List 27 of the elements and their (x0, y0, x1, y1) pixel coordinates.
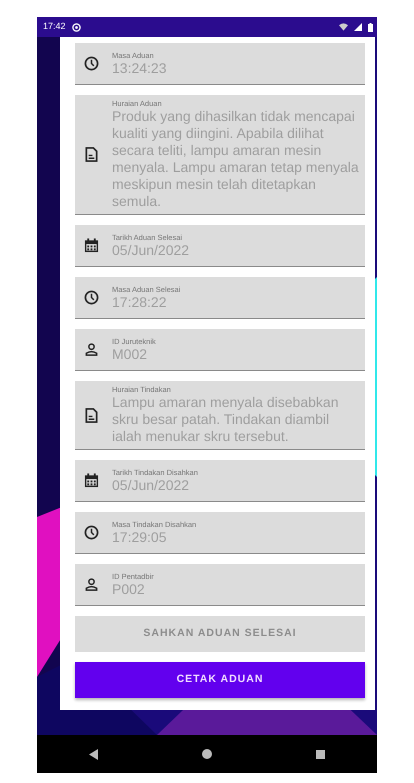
wifi-icon (339, 23, 348, 31)
document-icon (84, 408, 99, 422)
person-icon (84, 342, 99, 357)
document-icon (84, 147, 99, 162)
back-icon[interactable] (89, 748, 98, 760)
action-button[interactable]: CETAK ADUAN (75, 662, 365, 698)
home-icon[interactable] (202, 749, 212, 759)
field-value: Lampu amaran menyala disebabkan skru besar patah. Tindakan diambil ialah menukar skru tersebut. (112, 394, 340, 445)
field-value: Produk yang dihasilkan tidak mencapai kualiti yang diingini. Apabila dilihat secara teliti, lampu amaran mesin menyala. Lampu amaran tetap menyala meskipun mesin telah ditetapkan semula. (112, 108, 360, 210)
calendar-icon (84, 238, 99, 253)
status-time: 17:42 (43, 20, 66, 34)
signal-icon (354, 23, 362, 31)
field-value: M002 (112, 346, 148, 362)
clock-icon (84, 56, 99, 71)
field-value: 17:28:22 (112, 294, 168, 310)
field-value: 17:29:05 (112, 528, 168, 546)
notification-icon (72, 22, 81, 32)
recents-icon[interactable] (316, 750, 325, 758)
calendar-icon (84, 473, 99, 488)
person-icon (84, 577, 99, 592)
field-value: 13:24:23 (112, 60, 168, 76)
clock-icon (84, 290, 99, 305)
battery-icon (368, 22, 373, 32)
field-value: 05/Jun/2022 (112, 242, 190, 258)
field-value: P002 (112, 580, 146, 598)
field-value: 05/Jun/2022 (112, 476, 190, 494)
clock-icon (84, 525, 99, 540)
